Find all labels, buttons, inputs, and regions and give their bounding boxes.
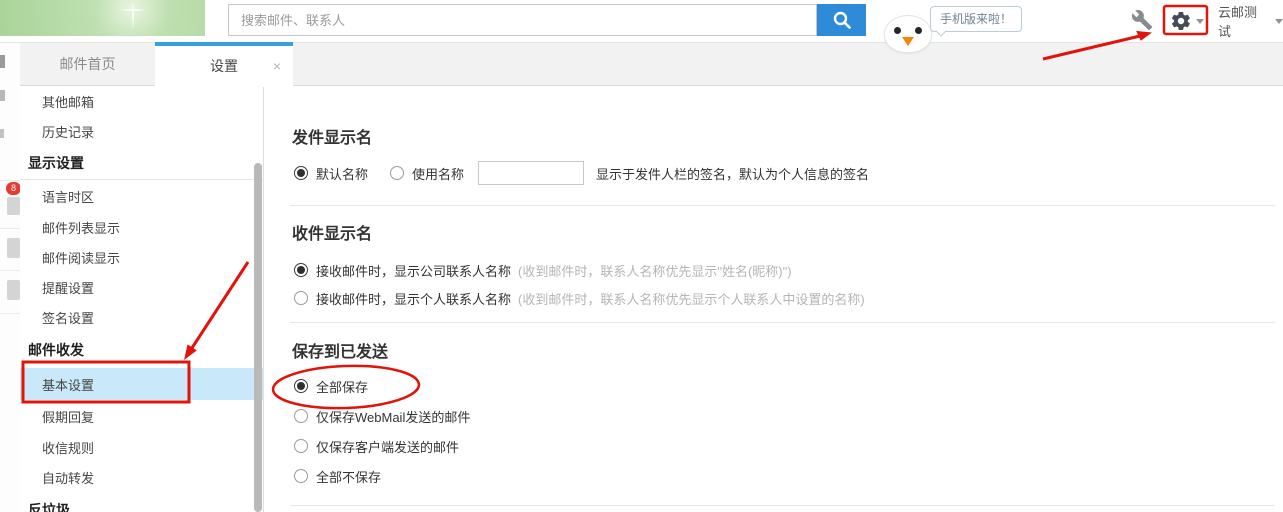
account-menu[interactable]: 云邮测试 [1218, 0, 1283, 42]
save-option-row: 全部保存 [294, 373, 372, 399]
clipped-text-fragment [0, 55, 5, 68]
radio-save-none[interactable] [294, 469, 308, 483]
settings-gear-menu[interactable] [1170, 9, 1204, 33]
close-icon[interactable]: × [273, 58, 281, 74]
receive-option-row: 接收邮件时，显示公司联系人名称 (收到邮件时，联系人名称优先显示"姓名(昵称)"… [294, 257, 792, 283]
row-divider [0, 180, 20, 181]
account-name: 云邮测试 [1218, 2, 1269, 40]
settings-content: 发件显示名 默认名称 使用名称 显示于发件人栏的签名，默认为个人信息的签名 收件… [264, 86, 1283, 512]
sidebar-item-history[interactable]: 历史记录 [20, 116, 263, 146]
section-title-save-to-sent: 保存到已发送 [292, 338, 388, 362]
top-bar: 手机版来啦！ 云邮测试 [0, 0, 1283, 43]
radio-save-webmail-only[interactable] [294, 409, 308, 423]
sidebar-item-other-mailbox[interactable]: 其他邮箱 [20, 86, 263, 116]
search-input[interactable] [228, 4, 817, 36]
radio-label: 默认名称 [316, 164, 368, 183]
row-divider [0, 228, 20, 229]
chevron-down-icon [1196, 19, 1204, 24]
gear-icon [1170, 10, 1192, 32]
clipped-text-fragment [0, 129, 4, 138]
sender-name-note: 显示于发件人栏的签名，默认为个人信息的签名 [596, 164, 869, 183]
radio-save-client-only[interactable] [294, 439, 308, 453]
tab-settings-label: 设置 [210, 58, 238, 74]
webmail-settings-page: 8 手机版来啦！ [0, 0, 1283, 512]
radio-label: 仅保存WebMail发送的邮件 [316, 407, 470, 426]
settings-sidebar: 其他邮箱 历史记录 显示设置 语言时区 邮件列表显示 邮件阅读显示 提醒设置 签… [20, 86, 264, 512]
background-folder-strip: 8 [0, 42, 21, 512]
receive-option-row: 接收邮件时，显示个人联系人名称 (收到邮件时，联系人名称优先显示个人联系人中设置… [294, 285, 865, 311]
radio-label: 接收邮件时，显示个人联系人名称 [316, 289, 511, 308]
wrench-icon[interactable] [1131, 9, 1153, 31]
radio-default-name[interactable] [294, 166, 308, 180]
sidebar-header-antispam: 反垃圾 [20, 492, 263, 512]
unread-count-badge: 8 [6, 182, 21, 195]
sidebar-item-language-timezone[interactable]: 语言时区 [20, 180, 263, 212]
save-option-row: 全部不保存 [294, 463, 385, 489]
search-button[interactable] [817, 4, 866, 36]
radio-company-contact-name[interactable] [294, 263, 308, 277]
sidebar-item-mail-list-display[interactable]: 邮件列表显示 [20, 212, 263, 242]
sidebar-item-basic-settings[interactable]: 基本设置 [20, 368, 263, 400]
section-divider [290, 205, 1275, 206]
sidebar-item-signature-settings[interactable]: 签名设置 [20, 302, 263, 332]
radio-label: 全部不保存 [316, 467, 381, 486]
sidebar-item-receive-rules[interactable]: 收信规则 [20, 432, 263, 462]
radio-personal-contact-name[interactable] [294, 291, 308, 305]
tab-settings[interactable]: 设置 × [155, 42, 293, 87]
option-hint: (收到邮件时，联系人名称优先显示个人联系人中设置的名称) [518, 289, 865, 308]
mascot-beak [902, 37, 914, 46]
sidebar-item-auto-forward[interactable]: 自动转发 [20, 462, 263, 492]
mascot-eye [915, 27, 922, 34]
option-hint: (收到邮件时，联系人名称优先显示"姓名(昵称)") [518, 261, 792, 280]
section-divider [290, 505, 1275, 506]
sparkle-icon [132, 0, 134, 30]
row-divider [0, 270, 20, 271]
radio-label: 全部保存 [316, 377, 368, 396]
sender-display-name-row: 默认名称 使用名称 显示于发件人栏的签名，默认为个人信息的签名 [294, 160, 869, 186]
sidebar-header-send-receive: 邮件收发 [20, 332, 263, 368]
save-option-row: 仅保存客户端发送的邮件 [294, 433, 463, 459]
chevron-down-icon [1275, 19, 1283, 24]
clipped-count-pill [7, 238, 20, 258]
sparkle-icon [119, 9, 147, 11]
sidebar-item-vacation-reply[interactable]: 假期回复 [20, 400, 263, 432]
sidebar-scrollbar[interactable] [254, 163, 262, 512]
radio-label: 使用名称 [412, 164, 464, 183]
row-divider [0, 313, 20, 314]
radio-label: 接收邮件时，显示公司联系人名称 [316, 261, 511, 280]
clipped-count-pill [7, 280, 20, 300]
sidebar-header-display-settings: 显示设置 [20, 146, 263, 180]
section-divider [290, 322, 1275, 323]
tab-mail-home[interactable]: 邮件首页 [20, 42, 155, 86]
mascot-eye [894, 27, 901, 34]
magnifier-icon [830, 8, 854, 32]
clipped-count-pill [7, 197, 20, 215]
section-title-sender-display-name: 发件显示名 [292, 124, 372, 148]
mobile-version-bubble[interactable]: 手机版来啦！ [930, 6, 1022, 32]
radio-save-all[interactable] [294, 379, 308, 393]
save-option-row: 仅保存WebMail发送的邮件 [294, 403, 474, 429]
sidebar-item-mail-read-display[interactable]: 邮件阅读显示 [20, 242, 263, 272]
radio-custom-name[interactable] [390, 166, 404, 180]
display-name-input[interactable] [478, 161, 584, 185]
mascot-avatar[interactable] [884, 15, 932, 53]
sidebar-item-reminder-settings[interactable]: 提醒设置 [20, 272, 263, 302]
radio-label: 仅保存客户端发送的邮件 [316, 437, 459, 456]
brand-logo [0, 0, 205, 36]
clipped-text-fragment [0, 90, 5, 101]
section-title-receive-display-name: 收件显示名 [292, 220, 372, 244]
